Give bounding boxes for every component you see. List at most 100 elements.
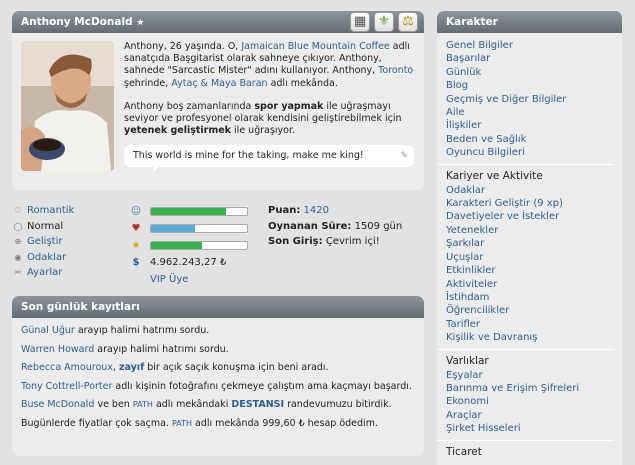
status-quote: This world is mine for the taking, make …: [124, 145, 414, 167]
venue-link[interactable]: PATH: [133, 400, 153, 409]
sidebar-panel: Karakter Genel Bilgiler Başarılar Günlük Bl…: [437, 11, 622, 465]
sidebar-list-item: Aile: [446, 106, 622, 119]
sidebar-item[interactable]: Araçlar: [446, 410, 482, 421]
sidebar-list-item: Geçmiş ve Diğer Bilgiler: [446, 93, 622, 106]
sidebar-list-item: Yetenekler: [446, 224, 622, 237]
stats-bars: ☺ ♥ ★ $4.962.243,27 ₺: [130, 203, 255, 271]
fame-bar: [150, 241, 248, 250]
sidebar-item[interactable]: Blog: [446, 80, 468, 91]
section-title: Kariyer ve Aktivite: [446, 169, 543, 182]
wrench-icon: ✂: [14, 268, 22, 277]
sidebar-item[interactable]: Şirket Hisseleri: [446, 423, 521, 434]
sidebar-item[interactable]: Şarkılar: [446, 238, 484, 249]
favorite-star-icon[interactable]: ★: [136, 18, 144, 28]
sidebar-list-item: Araçlar: [446, 409, 622, 422]
sidebar-list-item: Barınma ve Erişim Şifreleri: [446, 382, 622, 395]
sidebar-item[interactable]: Günlük: [446, 67, 481, 78]
sidebar-list-item: Genel Bilgiler: [446, 39, 622, 52]
venue-link[interactable]: Aytaç & Maya Baran: [171, 78, 267, 89]
settings-link[interactable]: ✂ Ayarlar: [13, 265, 74, 281]
profile-panel: Anthony McDonald ★ ▦ ⚜ ⚖ Anthony, 26 yaş…: [12, 11, 424, 190]
sidebar-list-item: Odaklar: [446, 184, 622, 197]
heart-icon: ♥: [131, 223, 141, 234]
sidebar-item[interactable]: Karakteri Geliştir (9 xp): [446, 198, 563, 209]
vip-link[interactable]: VIP Üye: [150, 274, 188, 285]
sidebar-header: Karakter: [437, 11, 622, 33]
sidebar-list-item: Öğrencilikler: [446, 304, 622, 317]
sidebar-item[interactable]: Odaklar: [446, 185, 485, 196]
sidebar-list-item: Eşyalar: [446, 369, 622, 382]
person-link[interactable]: Buse McDonald: [21, 399, 94, 410]
points-link[interactable]: 1420: [304, 205, 329, 216]
sidebar-list-item: Uçuşlar: [446, 251, 622, 264]
edit-pencil-icon[interactable]: ✎: [400, 145, 408, 167]
sidebar-item[interactable]: Uçuşlar: [446, 252, 483, 263]
sidebar-item[interactable]: Oyuncu Bilgileri: [446, 147, 525, 158]
venue-link[interactable]: PATH: [172, 419, 192, 428]
log-entry: Buse McDonald ve ben PATH adlı mekândaki…: [21, 399, 392, 410]
person-link[interactable]: Rebecca Amouroux: [21, 362, 113, 373]
mood-normal[interactable]: ◯ Normal: [13, 219, 74, 235]
sidebar-item[interactable]: Yetenekler: [446, 225, 498, 236]
person-link[interactable]: Warren Howard: [21, 344, 94, 355]
sidebar-item[interactable]: Başarılar: [446, 53, 490, 64]
happiness-bar: [150, 207, 248, 216]
log-entry: Warren Howard arayıp halimi hatrımı sord…: [21, 343, 229, 355]
city-link[interactable]: Toronto: [378, 65, 413, 76]
profile-header: Anthony McDonald ★ ▦ ⚜ ⚖: [12, 11, 424, 33]
sidebar-list-item: Tarifler: [446, 318, 622, 331]
recent-log-panel: Son günlük kayıtları Günal Uğur arayıp h…: [12, 296, 424, 456]
sidebar-item[interactable]: Etkinlikler: [446, 265, 496, 276]
log-entry: Tony Cottrell-Porter adlı kişinin fotoğr…: [21, 380, 412, 392]
section-title: Ticaret: [446, 445, 482, 458]
sidebar-item[interactable]: İlişkiler: [446, 120, 481, 131]
sidebar-item[interactable]: Tarifler: [446, 319, 480, 330]
sidebar-item[interactable]: Aktiviteler: [446, 279, 497, 290]
focus-link[interactable]: ◉ Odaklar: [13, 250, 74, 266]
heart-icon: ♡: [14, 206, 22, 215]
sidebar-list-item: Beden ve Sağlık: [446, 133, 622, 146]
sidebar-list-item: Ekonomi: [446, 395, 622, 408]
eye-icon: ◉: [14, 252, 22, 262]
log-entry: Rebecca Amouroux, zayıf bir açık saçık k…: [21, 362, 329, 373]
quote-tail: [153, 166, 160, 173]
sidebar-item[interactable]: Davetiyeler ve İstekler: [446, 211, 559, 222]
money-value: 4.962.243,27 ₺: [150, 257, 227, 268]
plus-icon: ⊕: [14, 237, 22, 246]
person-link[interactable]: Günal Uğur: [21, 325, 75, 336]
career-links: Odaklar Karakteri Geliştir (9 xp) Davetiye…: [446, 184, 622, 345]
sidebar-list-item: Günlük: [446, 66, 622, 79]
scales-icon[interactable]: ⚖: [398, 12, 418, 32]
calendar-icon[interactable]: ▦: [350, 12, 370, 32]
sidebar-list-item: Kişilik ve Davranış: [446, 331, 622, 344]
smiley-icon: ☺: [130, 206, 142, 217]
sidebar-item[interactable]: Beden ve Sağlık: [446, 134, 526, 145]
fleur-de-lis-icon[interactable]: ⚜: [374, 12, 394, 32]
log-header: Son günlük kayıtları: [12, 296, 424, 318]
sidebar-item[interactable]: Barınma ve Erişim Şifreleri: [446, 383, 579, 394]
mood-menu: ♡ Romantik ◯ Normal ⊕ Geliştir ◉ Odaklar ✂ Ay…: [13, 203, 75, 281]
band-link[interactable]: Jamaican Blue Mountain Coffee: [241, 41, 389, 52]
sidebar-item[interactable]: Kişilik ve Davranış: [446, 332, 537, 343]
sidebar-item[interactable]: Aile: [446, 107, 465, 118]
character-links: Genel Bilgiler Başarılar Günlük Blog Geçmiş …: [446, 39, 622, 160]
sidebar-list-item: Davetiyeler ve İstekler: [446, 210, 622, 223]
sidebar-item[interactable]: Genel Bilgiler: [446, 40, 513, 51]
divider: [437, 348, 614, 350]
mood-romantik[interactable]: ♡ Romantik: [13, 203, 74, 219]
avatar[interactable]: [21, 41, 114, 171]
assets-links: Eşyalar Barınma ve Erişim Şifreleri Ekonom…: [446, 369, 622, 436]
sidebar-list-item: Şarkılar: [446, 237, 622, 250]
person-link[interactable]: Tony Cottrell-Porter: [21, 381, 112, 392]
star-icon: ★: [131, 240, 141, 251]
log-entry: Bugünlerde fiyatlar çok saçma. PATH adlı…: [21, 417, 378, 429]
divider: [437, 439, 614, 441]
sidebar-item[interactable]: Eşyalar: [446, 370, 483, 381]
sidebar-item[interactable]: Ekonomi: [446, 396, 489, 407]
player-info: Puan: 1420 Oynanan Süre: 1509 gün Son Gi…: [268, 205, 403, 247]
sidebar-list-item: Blog: [446, 79, 622, 92]
develop-link[interactable]: ⊕ Geliştir: [13, 234, 74, 250]
sidebar-item[interactable]: Öğrencilikler: [446, 305, 509, 316]
sidebar-item[interactable]: Geçmiş ve Diğer Bilgiler: [446, 94, 566, 105]
sidebar-item[interactable]: İstihdam: [446, 292, 489, 303]
